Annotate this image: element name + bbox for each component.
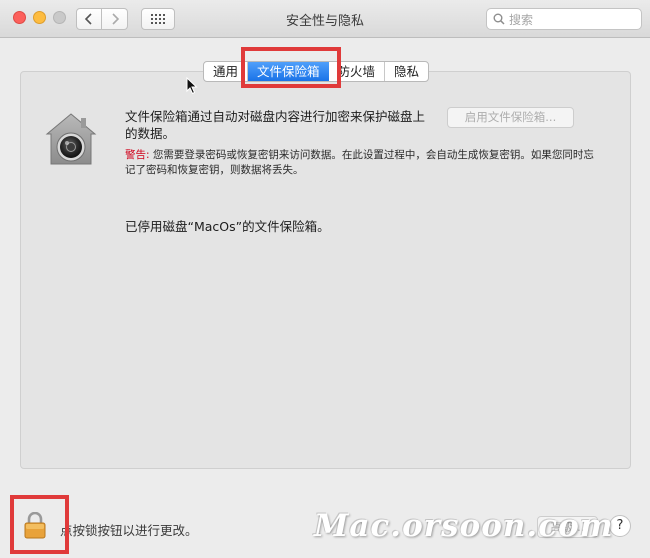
mouse-pointer-icon xyxy=(186,77,198,95)
search-icon xyxy=(493,13,505,25)
enable-filevault-button[interactable]: 启用文件保险箱... xyxy=(447,107,574,128)
search-field[interactable]: 搜索 xyxy=(486,8,642,30)
tab-bar: 通用 文件保险箱 防火墙 隐私 xyxy=(203,61,430,82)
lock-instruction: 点按锁按钮以进行更改。 xyxy=(60,523,198,538)
warning-label: 警告: xyxy=(125,149,150,161)
tab-filevault[interactable]: 文件保险箱 xyxy=(248,62,329,81)
filevault-house-icon xyxy=(45,113,97,165)
search-placeholder: 搜索 xyxy=(509,12,534,27)
tab-privacy[interactable]: 隐私 xyxy=(385,62,428,81)
warning-text: 您需要登录密码或恢复密钥来访问数据。在此设置过程中，会自动生成恢复密钥。如果您同… xyxy=(125,149,594,176)
toolbar: 安全性与隐私 搜索 xyxy=(0,0,650,38)
tab-general[interactable]: 通用 xyxy=(204,62,249,81)
watermark-text: Mac.orsoon.com xyxy=(314,508,614,544)
filevault-description: 文件保险箱通过自动对磁盘内容进行加密来保护磁盘上的数据。 xyxy=(125,109,426,141)
warning-message: 警告: 您需要登录密码或恢复密钥来访问数据。在此设置过程中，会自动生成恢复密钥。… xyxy=(125,148,595,178)
tab-firewall[interactable]: 防火墙 xyxy=(329,62,386,81)
filevault-status: 已停用磁盘“MacOs”的文件保险箱。 xyxy=(125,219,330,234)
lock-icon[interactable] xyxy=(24,512,46,539)
